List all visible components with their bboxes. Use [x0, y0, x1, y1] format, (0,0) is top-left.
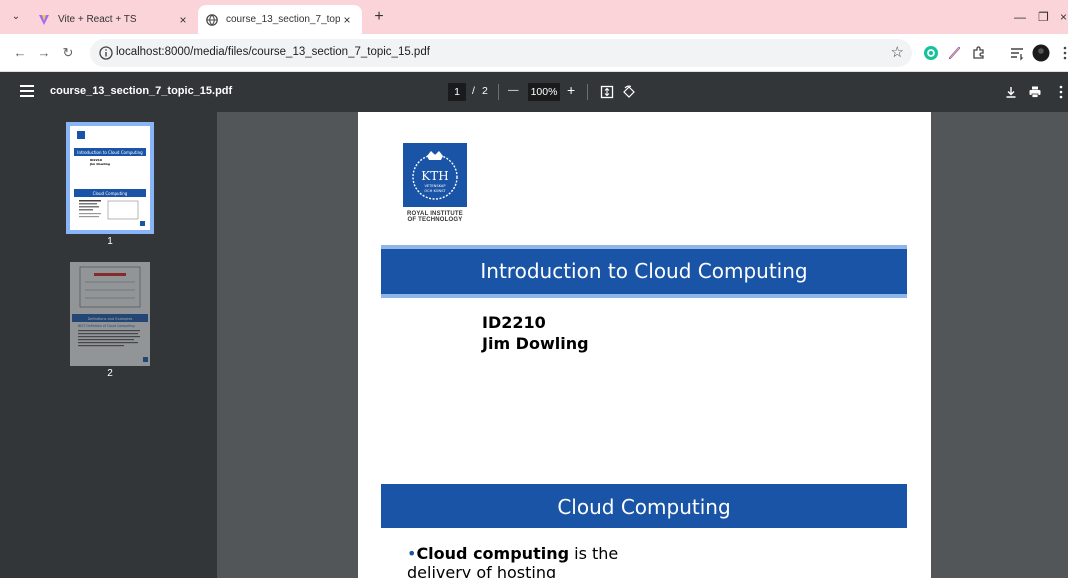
thumbnail-sidebar: Introduction to Cloud Computing ID2210 J…: [0, 112, 217, 578]
svg-text:KTH: KTH: [421, 169, 448, 183]
author-name: Jim Dowling: [482, 334, 589, 353]
page-number-input[interactable]: 1: [448, 83, 466, 101]
zoom-out-button[interactable]: —: [508, 84, 519, 96]
new-tab-button[interactable]: +: [370, 9, 388, 25]
extensions-puzzle-icon[interactable]: [970, 44, 988, 62]
close-icon[interactable]: ×: [176, 13, 190, 27]
site-info-icon[interactable]: [98, 45, 114, 61]
thumbnail-number-2: 2: [107, 368, 113, 379]
page-thumbnail-2[interactable]: Definitions and Examples NIST Definition…: [70, 262, 150, 366]
forward-arrow-icon[interactable]: →: [36, 45, 52, 61]
svg-text:Jim Dowling: Jim Dowling: [89, 162, 110, 166]
svg-text:Introduction to Cloud Computin: Introduction to Cloud Computing: [77, 150, 143, 155]
vite-icon: [38, 14, 50, 26]
logo-caption: ROYAL INSTITUTE OF TECHNOLOGY: [406, 211, 463, 223]
section-banner: Cloud Computing: [381, 484, 907, 528]
svg-text:VETENSKAP: VETENSKAP: [424, 184, 446, 188]
kth-logo: KTH VETENSKAP OCH KONST: [403, 143, 467, 207]
page-thumbnail-1[interactable]: Introduction to Cloud Computing ID2210 J…: [66, 122, 154, 234]
zoom-in-button[interactable]: +: [567, 82, 575, 98]
pdf-viewer-area[interactable]: KTH VETENSKAP OCH KONST ROYAL INSTITUTE …: [217, 112, 1068, 578]
sidebar-menu-icon[interactable]: [20, 85, 34, 97]
svg-text:OCH KONST: OCH KONST: [424, 189, 446, 193]
navigation-bar: ← → ↻ localhost:8000/media/files/course_…: [0, 34, 1068, 72]
pen-extension-icon[interactable]: [946, 44, 964, 62]
course-code: ID2210: [482, 313, 546, 332]
close-window-icon[interactable]: ×: [1060, 9, 1067, 25]
address-bar[interactable]: localhost:8000/media/files/course_13_sec…: [90, 39, 912, 67]
restore-icon[interactable]: ❐: [1038, 9, 1049, 25]
browser-tab-strip: ⌄ Vite + React + TS × course_13_section_…: [0, 0, 1068, 34]
reload-icon[interactable]: ↻: [60, 45, 76, 61]
close-icon[interactable]: ×: [340, 13, 354, 27]
thumbnail-preview: Introduction to Cloud Computing ID2210 J…: [74, 131, 146, 226]
pdf-file-name: course_13_section_7_topic_15.pdf: [50, 85, 233, 97]
pdf-toolbar: course_13_section_7_topic_15.pdf 1 / 2 —…: [0, 72, 1068, 112]
zoom-level-input[interactable]: 100%: [528, 83, 560, 101]
bullet-text: •Cloud computing is the delivery of host…: [407, 544, 619, 578]
tab-label: course_13_section_7_topic_15.p: [226, 14, 340, 25]
minimize-icon[interactable]: —: [1014, 9, 1026, 25]
globe-icon: [206, 13, 218, 26]
more-options-icon[interactable]: [1052, 83, 1068, 101]
page-separator: /: [472, 85, 475, 97]
tab-label: Vite + React + TS: [58, 14, 137, 25]
url-text[interactable]: localhost:8000/media/files/course_13_sec…: [116, 46, 430, 58]
profile-avatar[interactable]: [1032, 44, 1050, 62]
toolbar-divider: [587, 84, 588, 100]
svg-text:NIST Definition of Cloud Compu: NIST Definition of Cloud Computing: [78, 324, 134, 328]
tab-vite[interactable]: Vite + React + TS ×: [30, 5, 198, 34]
download-icon[interactable]: [1002, 83, 1020, 101]
thumbnail-number-1: 1: [107, 236, 113, 247]
toolbar-divider: [498, 84, 499, 100]
tab-pdf[interactable]: course_13_section_7_topic_15.p ×: [198, 5, 362, 34]
tab-search-chevron-icon[interactable]: ⌄: [8, 9, 24, 25]
total-pages: 2: [482, 85, 488, 97]
svg-text:Definitions and Examples: Definitions and Examples: [88, 317, 133, 321]
fit-to-page-icon[interactable]: [598, 83, 616, 101]
reading-list-icon[interactable]: [1008, 44, 1026, 62]
print-icon[interactable]: [1026, 83, 1044, 101]
svg-text:Cloud Computing: Cloud Computing: [93, 191, 128, 196]
pdf-page: KTH VETENSKAP OCH KONST ROYAL INSTITUTE …: [358, 112, 931, 578]
browser-menu-icon[interactable]: [1056, 44, 1068, 62]
grammarly-icon[interactable]: [922, 44, 940, 62]
bookmark-star-icon[interactable]: ☆: [891, 44, 904, 62]
slide-title-banner: Introduction to Cloud Computing: [381, 245, 907, 298]
back-arrow-icon[interactable]: ←: [12, 45, 28, 61]
thumbnail-preview: Definitions and Examples NIST Definition…: [70, 262, 150, 366]
rotate-icon[interactable]: [620, 83, 638, 101]
course-info: ID2210 Jim Dowling: [482, 312, 589, 354]
